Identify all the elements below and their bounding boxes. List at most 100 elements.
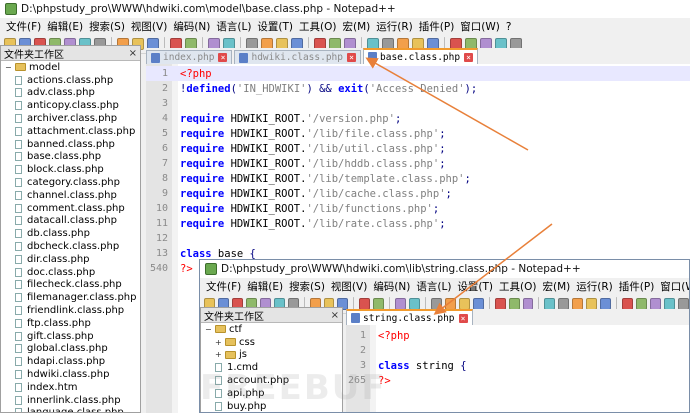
code-line: 7 require HDWIKI_ROOT.'/lib/hddb.class.ph… xyxy=(146,156,690,171)
expand-icon[interactable]: + xyxy=(215,350,223,359)
tab-close-button[interactable]: × xyxy=(464,52,474,62)
file-icon xyxy=(15,101,22,111)
tree-folder[interactable]: + js xyxy=(201,349,342,362)
menu-item[interactable]: 编码(N) xyxy=(170,19,213,34)
panel-close-button[interactable]: × xyxy=(331,310,339,321)
tree-file[interactable]: doc.class.php xyxy=(1,266,140,279)
tree-file[interactable]: innerlink.class.php xyxy=(1,394,140,407)
tree-file[interactable]: dbcheck.class.php xyxy=(1,240,140,253)
menu-item[interactable]: 插件(P) xyxy=(416,19,458,34)
tree-file[interactable]: hdapi.class.php xyxy=(1,355,140,368)
tree-file[interactable]: block.class.php xyxy=(1,163,140,176)
menu-item[interactable]: 文件(F) xyxy=(203,279,244,294)
collapse-icon[interactable]: − xyxy=(205,325,213,334)
file-icon xyxy=(15,280,22,290)
tree-file[interactable]: dir.class.php xyxy=(1,253,140,266)
tree-file-label: block.class.php xyxy=(27,164,104,176)
code-token: '/lib/cache.class.php' xyxy=(306,187,446,200)
tree-file[interactable]: banned.class.php xyxy=(1,138,140,151)
code-token: '/lib/file.class.php' xyxy=(306,127,440,140)
code-text: class base { xyxy=(180,248,256,260)
tree-folder[interactable]: + css xyxy=(201,336,342,349)
panel-close-button[interactable]: × xyxy=(129,48,137,59)
code-token: ; xyxy=(439,142,446,155)
tree-file[interactable]: index.htm xyxy=(1,381,140,394)
code-token: require xyxy=(180,172,225,185)
code-editor[interactable]: 1 <?php 2 3 class string {265 ?> xyxy=(346,325,689,412)
tree-file[interactable]: base.class.php xyxy=(1,151,140,164)
tree-file[interactable]: archiver.class.php xyxy=(1,112,140,125)
collapse-icon[interactable]: − xyxy=(5,63,13,72)
folder-icon xyxy=(15,63,26,72)
menu-item[interactable]: 设置(T) xyxy=(254,19,296,34)
expand-icon[interactable]: + xyxy=(215,338,223,347)
menu-item[interactable]: 窗口(W) xyxy=(457,19,503,34)
tab-close-button[interactable]: × xyxy=(458,313,468,323)
code-token: ; xyxy=(439,157,446,170)
menu-item[interactable]: ? xyxy=(503,21,515,33)
tab-close-button[interactable]: × xyxy=(218,53,228,62)
tree-file[interactable]: datacall.class.php xyxy=(1,215,140,228)
tree-file[interactable]: global.class.php xyxy=(1,343,140,356)
tree-file[interactable]: anticopy.class.php xyxy=(1,99,140,112)
menu-item[interactable]: 工具(O) xyxy=(496,279,539,294)
tree-folder-label: css xyxy=(239,336,255,348)
menu-item[interactable]: 宏(M) xyxy=(540,279,574,294)
code-text: require HDWIKI_ROOT.'/lib/hddb.class.php… xyxy=(180,158,446,170)
menu-item[interactable]: 插件(P) xyxy=(616,279,658,294)
panel-title: 文件夹工作区 xyxy=(204,311,264,323)
tree-file[interactable]: channel.class.php xyxy=(1,189,140,202)
tree-root-folder[interactable]: − ctf xyxy=(201,323,342,336)
menu-item[interactable]: 窗口(W) xyxy=(657,279,689,294)
menu-item[interactable]: 设置(T) xyxy=(454,279,496,294)
code-line: 4 require HDWIKI_ROOT.'/version.php'; xyxy=(146,111,690,126)
menu-item[interactable]: 语言(L) xyxy=(213,19,254,34)
menu-item[interactable]: 编辑(E) xyxy=(244,279,286,294)
tree-file-label: base.class.php xyxy=(27,151,102,163)
editor-tab[interactable]: hdwiki.class.php × xyxy=(234,50,361,64)
tree-file[interactable]: gift.class.php xyxy=(1,330,140,343)
code-token: HDWIKI_ROOT. xyxy=(224,112,307,125)
code-token: '/lib/functions.php' xyxy=(306,202,433,215)
tree-file[interactable]: filecheck.class.php xyxy=(1,279,140,292)
menu-item[interactable]: 工具(O) xyxy=(296,19,339,34)
menu-item[interactable]: 搜索(S) xyxy=(286,279,328,294)
editor-tab[interactable]: base.class.php × xyxy=(363,48,479,64)
menu-item[interactable]: 视图(V) xyxy=(328,279,370,294)
tree-file[interactable]: attachment.class.php xyxy=(1,125,140,138)
tree-file-label: archiver.class.php xyxy=(27,113,118,125)
tree-file[interactable]: filemanager.class.php xyxy=(1,291,140,304)
tree-file[interactable]: actions.class.php xyxy=(1,74,140,87)
file-icon xyxy=(15,126,22,136)
file-tab-icon xyxy=(368,52,377,62)
tab-close-button[interactable]: × xyxy=(347,53,356,62)
tree-file[interactable]: adv.class.php xyxy=(1,87,140,100)
menu-item[interactable]: 编辑(E) xyxy=(44,19,86,34)
tree-root-folder[interactable]: − model xyxy=(1,61,140,74)
code-token: base xyxy=(211,247,250,260)
menu-item[interactable]: 搜索(S) xyxy=(86,19,128,34)
editor-tab[interactable]: string.class.php × xyxy=(346,309,473,325)
menu-item[interactable]: 编码(N) xyxy=(370,279,413,294)
editor-tab[interactable]: index.php × xyxy=(146,50,233,64)
tree-file[interactable]: friendlink.class.php xyxy=(1,304,140,317)
code-line: 2 xyxy=(346,343,689,358)
menu-item[interactable]: 视图(V) xyxy=(128,19,170,34)
menu-item[interactable]: 文件(F) xyxy=(3,19,44,34)
file-icon xyxy=(15,254,22,264)
tree-file[interactable]: hdwiki.class.php xyxy=(1,368,140,381)
code-text: ?> xyxy=(180,263,193,275)
tree-file[interactable]: category.class.php xyxy=(1,176,140,189)
tree-file[interactable]: ftp.class.php xyxy=(1,317,140,330)
code-line: 2 !defined('IN_HDWIKI') && exit('Access D… xyxy=(146,81,690,96)
menu-bar: 文件(F) 编辑(E) 搜索(S) 视图(V) 编码(N) 语言(L) 设置(T) 工具(O)… xyxy=(0,18,690,35)
menu-item[interactable]: 运行(R) xyxy=(573,279,616,294)
tree-file-label: gift.class.php xyxy=(27,330,94,342)
tree-file[interactable]: language.class.php xyxy=(1,407,140,412)
tree-file[interactable]: comment.class.php xyxy=(1,202,140,215)
tree-file-label: index.htm xyxy=(27,381,78,393)
tree-file[interactable]: db.class.php xyxy=(1,227,140,240)
menu-item[interactable]: 运行(R) xyxy=(373,19,416,34)
menu-item[interactable]: 宏(M) xyxy=(340,19,374,34)
menu-item[interactable]: 语言(L) xyxy=(413,279,454,294)
